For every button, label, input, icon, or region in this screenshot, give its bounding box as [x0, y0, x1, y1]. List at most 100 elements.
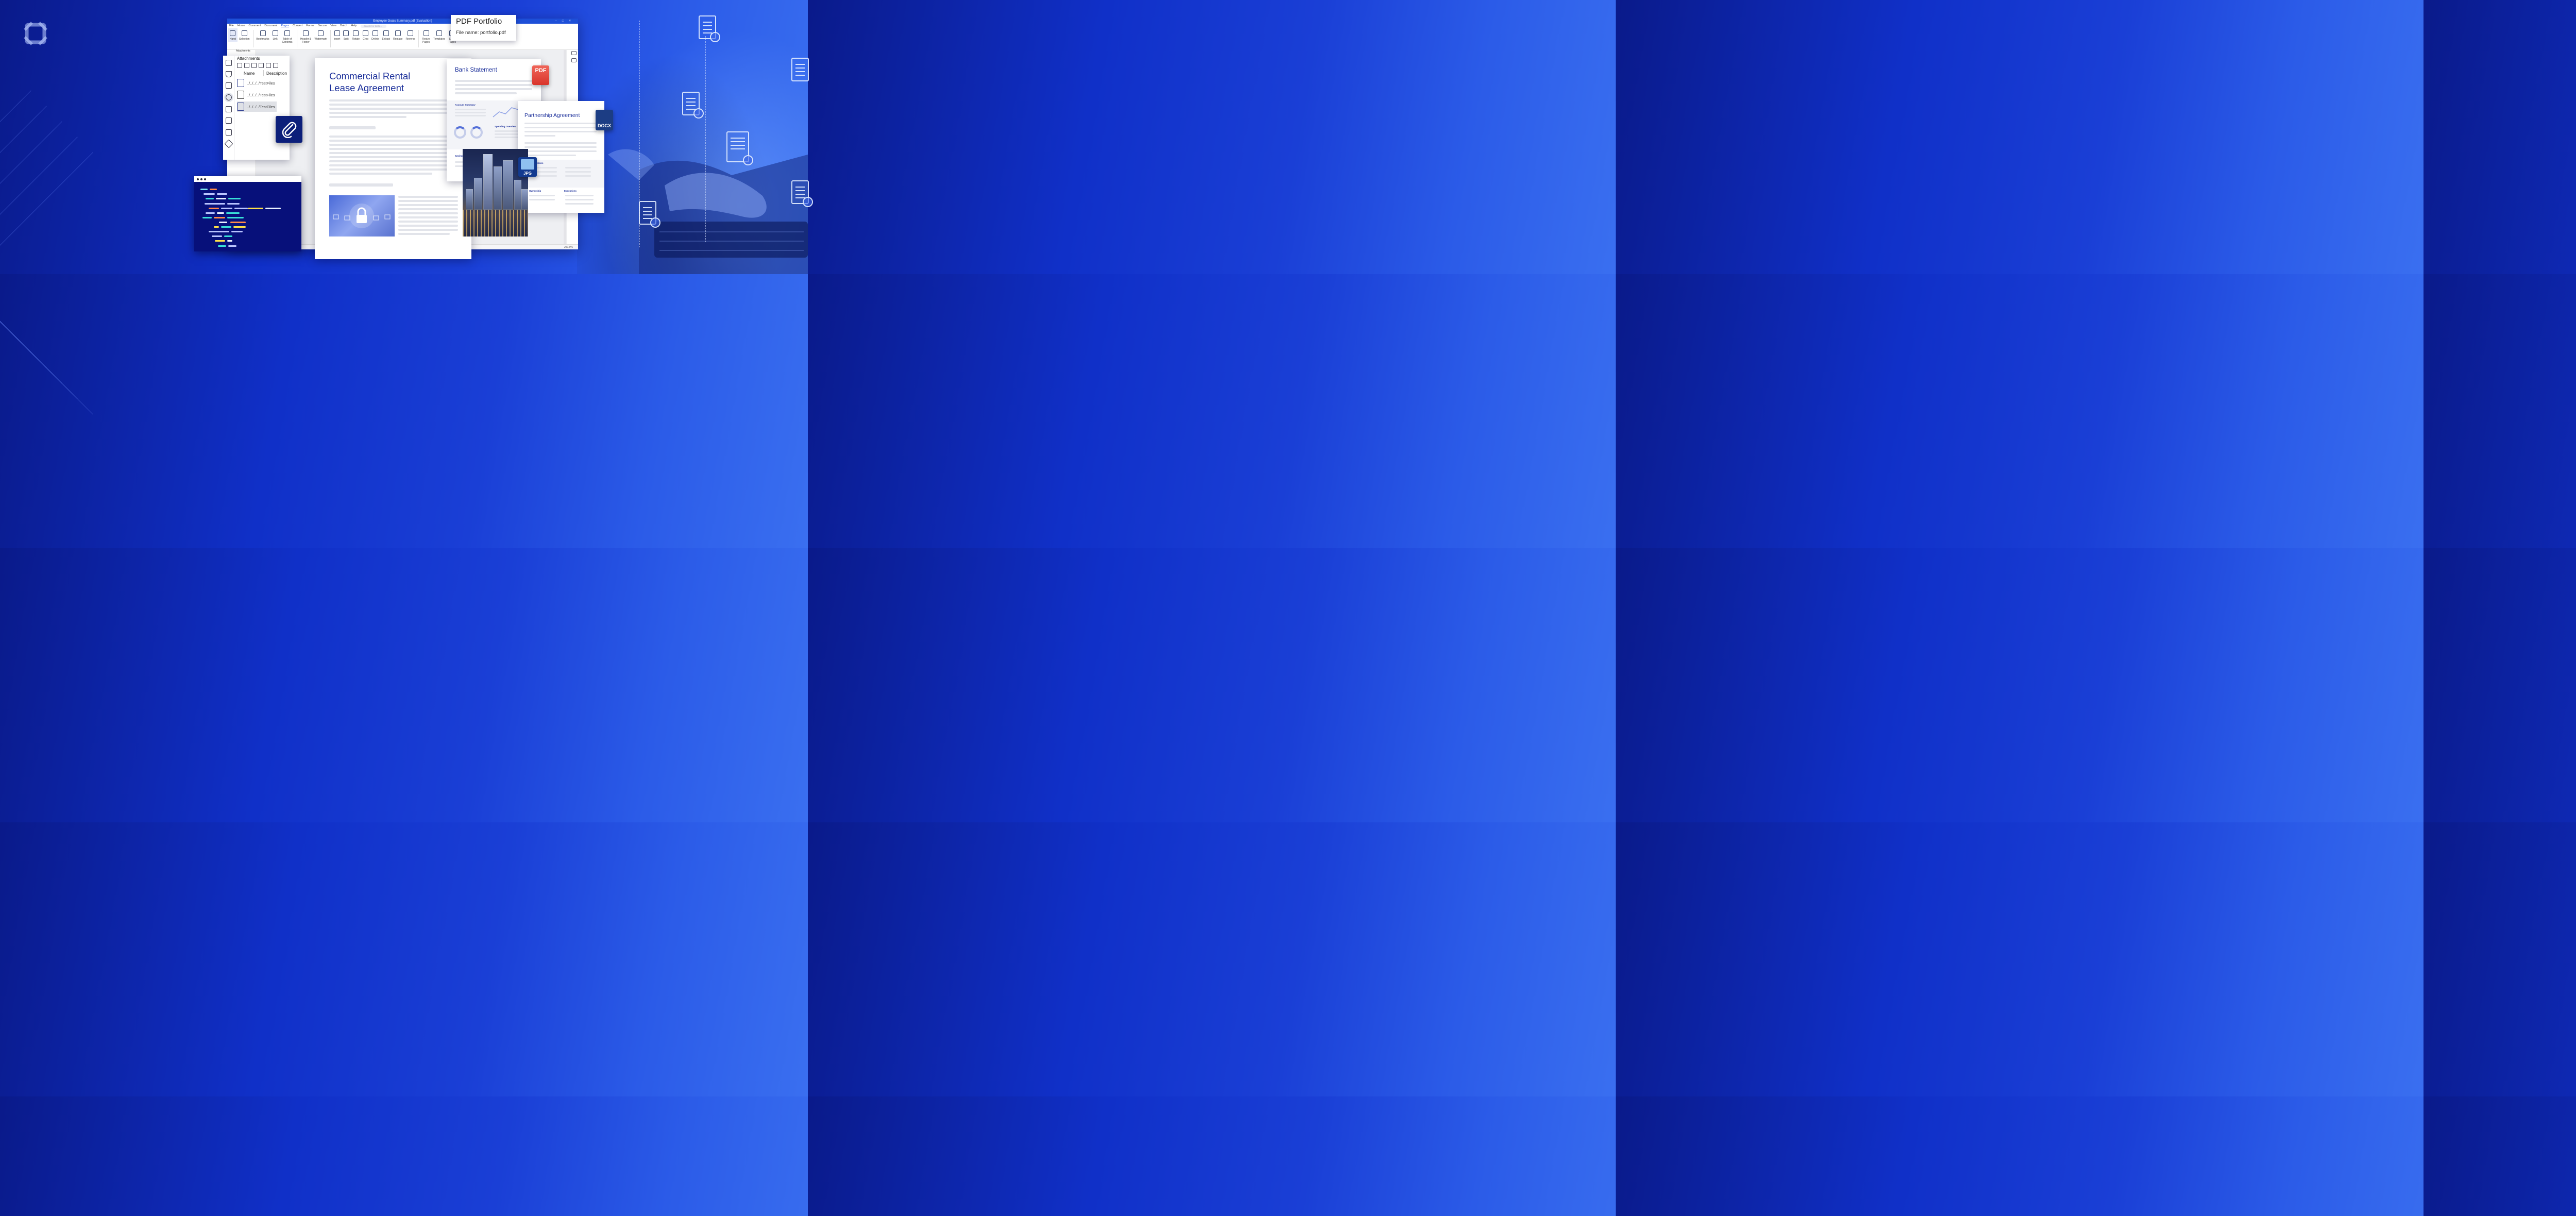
- split-icon: [343, 30, 349, 36]
- column-name[interactable]: Name: [244, 71, 255, 76]
- window-controls[interactable]: –□×: [555, 19, 576, 24]
- document-icon: [791, 58, 809, 81]
- jpg-file-badge: JPG: [518, 157, 537, 177]
- word-file-icon: [237, 103, 244, 111]
- templates-button[interactable]: Templates: [432, 28, 447, 42]
- header-footer-button[interactable]: Header & Footer: [299, 28, 313, 45]
- insert-page-icon: [334, 30, 340, 36]
- watermark-icon: [318, 30, 324, 36]
- attachment-row[interactable]: ../../../../TestFiles: [237, 78, 294, 88]
- hand-icon: [230, 30, 236, 36]
- watermark-button[interactable]: Watermark: [313, 28, 329, 42]
- replace-button[interactable]: Replace: [392, 28, 404, 42]
- page-thumbnail-icon[interactable]: [226, 60, 232, 66]
- code-window-bar: [194, 176, 301, 182]
- document-check-icon: [699, 15, 720, 42]
- code-editor-window: [194, 176, 301, 251]
- bank-statement-title: Bank Statement: [455, 67, 497, 73]
- attachments-toolbar: [237, 63, 278, 68]
- split-button[interactable]: Split: [342, 28, 350, 42]
- bookmark-icon[interactable]: [226, 71, 232, 77]
- menu-batch[interactable]: Batch: [340, 24, 347, 28]
- crop-button[interactable]: Crop: [361, 28, 370, 42]
- selection-tool-button[interactable]: Selection: [238, 28, 251, 42]
- extract-button[interactable]: Extract: [381, 28, 392, 42]
- menu-convert[interactable]: Convert: [293, 24, 302, 28]
- menu-forms[interactable]: Forms: [306, 24, 314, 28]
- paperclip-tile: [276, 116, 302, 143]
- column-description[interactable]: Description: [266, 71, 287, 76]
- replace-icon: [395, 30, 401, 36]
- image-file-icon: [237, 91, 244, 99]
- reverse-icon: [408, 30, 414, 36]
- bookmark-icon: [260, 30, 266, 36]
- exceptions-label: Exceptions: [564, 190, 577, 192]
- brand-logo: [20, 18, 52, 49]
- hand-tool-button[interactable]: Hand: [228, 28, 238, 42]
- templates-icon: [436, 30, 442, 36]
- ribbon-toolbar: Hand Selection Bookmarks Link Table of C…: [227, 28, 578, 50]
- pdf-portfolio-popup: PDF Portfolio File name: portfolio.pdf: [451, 15, 516, 41]
- paperclip-icon[interactable]: [224, 93, 233, 102]
- trash-icon[interactable]: [273, 63, 278, 68]
- attachments-panel: Attachments Name Description ../../../..…: [223, 56, 290, 160]
- pdf-file-badge: PDF: [532, 65, 549, 85]
- open-folder-icon[interactable]: [237, 63, 242, 68]
- menu-document[interactable]: Document: [264, 24, 277, 28]
- table-of-contents-button[interactable]: Table of Contents: [280, 28, 295, 45]
- document-check-icon: [726, 131, 753, 165]
- attach-icon[interactable]: [251, 63, 257, 68]
- save-icon[interactable]: [244, 63, 249, 68]
- document-title: Commercial Rental Lease Agreement: [329, 71, 411, 93]
- file-icon[interactable]: [266, 63, 271, 68]
- image-icon[interactable]: [226, 129, 232, 136]
- portfolio-title: PDF Portfolio: [456, 17, 502, 26]
- text-select-icon: [241, 30, 247, 36]
- attachment-row[interactable]: ../../../../TestFiles: [237, 90, 294, 100]
- rotate-button[interactable]: Rotate: [350, 28, 361, 42]
- document-check-icon: [682, 92, 704, 119]
- partnership-title: Partnership Agreement: [524, 112, 580, 119]
- menu-bar: File Home Comment Document Pages Convert…: [227, 24, 578, 28]
- trash-icon: [372, 30, 378, 36]
- menu-pages[interactable]: Pages: [281, 24, 289, 28]
- resize-icon: [423, 30, 429, 36]
- menu-view[interactable]: View: [330, 24, 336, 28]
- menu-comment[interactable]: Comment: [249, 24, 261, 28]
- menu-file[interactable]: File: [229, 24, 234, 28]
- image-icon: [521, 159, 534, 170]
- resize-pages-button[interactable]: Resize Pages: [420, 28, 432, 45]
- rotate-icon: [353, 30, 359, 36]
- chat-icon[interactable]: [571, 58, 577, 62]
- attachments-title: Attachments: [237, 56, 260, 61]
- attachment-row[interactable]: ../../../../TestFiles: [237, 102, 277, 112]
- list-icon: [284, 30, 291, 36]
- signature-icon[interactable]: [226, 117, 232, 124]
- tag-icon[interactable]: [224, 139, 233, 148]
- zoom-level[interactable]: 251.9%: [564, 246, 573, 249]
- menu-help[interactable]: Help: [351, 24, 357, 28]
- add-attachment-icon[interactable]: [259, 63, 264, 68]
- hands-on-keyboard-photo: [577, 0, 813, 274]
- sidebar-header: Attachments: [236, 49, 250, 53]
- flag-icon[interactable]: [226, 82, 232, 89]
- link-button[interactable]: Link: [271, 28, 280, 42]
- portfolio-file-name: File name: portfolio.pdf: [456, 30, 506, 36]
- menu-secure[interactable]: Secure: [318, 24, 327, 28]
- reverse-button[interactable]: Reverse: [404, 28, 417, 42]
- bookmarks-button[interactable]: Bookmarks: [255, 28, 271, 42]
- email-file-icon: [237, 79, 244, 87]
- document-check-icon: [639, 201, 660, 228]
- extract-icon: [383, 30, 389, 36]
- ownership-label: Ownership: [529, 190, 541, 192]
- insert-button[interactable]: Insert: [332, 28, 342, 42]
- layers-icon[interactable]: [226, 106, 232, 112]
- delete-button[interactable]: Delete: [370, 28, 380, 42]
- title-bar: Employee Goals Summary.pdf (Evaluation) …: [227, 19, 578, 24]
- crop-icon: [363, 30, 369, 36]
- comment-icon[interactable]: [571, 51, 577, 55]
- link-icon: [272, 30, 278, 36]
- document-check-icon: [791, 180, 813, 207]
- menu-home[interactable]: Home: [238, 24, 245, 28]
- tool-search-input[interactable]: Search for tools...: [360, 24, 386, 28]
